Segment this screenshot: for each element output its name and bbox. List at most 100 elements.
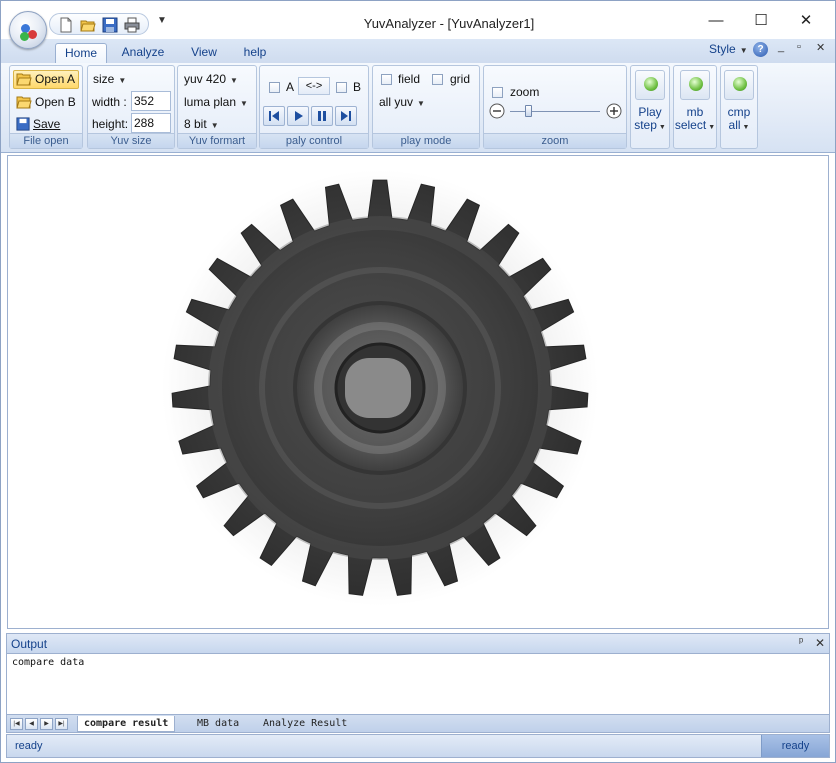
play-step-line2: step xyxy=(634,118,657,132)
skip-back-button[interactable] xyxy=(263,106,285,126)
zoom-in-icon[interactable] xyxy=(606,103,622,119)
open-a-button[interactable]: Open A xyxy=(13,70,79,89)
group-zoom: zoom zoom xyxy=(483,65,627,149)
maximize-button[interactable]: ☐ xyxy=(746,9,776,33)
next-tab-button[interactable]: ▶ xyxy=(40,718,53,730)
ribbon-panel: Open A Open B Save File open size ▼ width… xyxy=(1,63,835,153)
group-caption: play mode xyxy=(373,133,479,148)
chevron-down-icon: ▼ xyxy=(210,121,219,130)
last-tab-button[interactable]: ▶| xyxy=(55,718,68,730)
tab-help[interactable]: help xyxy=(235,43,275,63)
a-label: A xyxy=(286,80,295,94)
prev-tab-button[interactable]: ◀ xyxy=(25,718,38,730)
image-view[interactable] xyxy=(7,155,829,629)
grid-checkbox[interactable] xyxy=(432,74,443,85)
close-pane-icon[interactable]: ✕ xyxy=(815,636,825,650)
swap-button[interactable]: <-> xyxy=(298,77,330,95)
style-menu[interactable]: Style ▼ xyxy=(709,42,748,56)
pin-icon[interactable]: ᵖ xyxy=(799,636,803,648)
play-step-line1: Play xyxy=(638,105,662,119)
plane-value: luma plan xyxy=(184,95,237,109)
status-bar: ready ready xyxy=(6,734,830,758)
group-caption: Yuv formart xyxy=(178,133,256,148)
output-title: Output xyxy=(11,637,48,651)
open-folder-icon[interactable] xyxy=(80,17,96,33)
mode-dropdown[interactable]: all yuv ▼ xyxy=(379,95,425,109)
tab-analyze-result[interactable]: Analyze Result xyxy=(257,716,353,732)
mdi-close-button[interactable]: ✕ xyxy=(816,41,825,54)
skip-forward-button[interactable] xyxy=(335,106,357,126)
chevron-down-icon: ▼ xyxy=(739,46,748,55)
mb-select-group: mb select ▼ xyxy=(673,65,717,149)
play-step-button[interactable]: Play step ▼ xyxy=(631,68,669,134)
open-b-button[interactable]: Open B xyxy=(16,94,76,112)
tab-analyze[interactable]: Analyze xyxy=(115,43,171,63)
height-input[interactable] xyxy=(131,113,171,133)
width-label: width : xyxy=(92,95,127,109)
play-step-group: Play step ▼ xyxy=(630,65,670,149)
mdi-restore-button[interactable]: ▫ xyxy=(797,41,801,53)
grid-label: grid xyxy=(450,72,471,86)
zoom-checkbox[interactable] xyxy=(492,87,503,98)
help-icon[interactable]: ? xyxy=(753,42,768,57)
format-dropdown[interactable]: yuv 420 ▼ xyxy=(184,72,238,86)
group-play-control: A <-> B paly control xyxy=(259,65,369,149)
pause-icon xyxy=(318,111,326,121)
orb-dot-red xyxy=(28,30,37,39)
zoom-label: zoom xyxy=(510,85,540,99)
field-checkbox[interactable] xyxy=(381,74,392,85)
cmp-all-button[interactable]: cmp all ▼ xyxy=(721,68,757,134)
save-icon[interactable] xyxy=(102,17,118,33)
tab-view[interactable]: View xyxy=(183,43,225,63)
mdi-minimize-button[interactable]: _ xyxy=(778,41,784,53)
customize-quick-access-button[interactable]: ▼ xyxy=(157,15,167,26)
group-yuv-size: size▼ width : height: Yuv size xyxy=(87,65,175,149)
skip-back-icon xyxy=(269,111,279,121)
output-pane-header: Output ᵖ ✕ xyxy=(6,633,830,654)
output-text[interactable]: compare data xyxy=(6,654,830,714)
group-file-open: Open A Open B Save File open xyxy=(9,65,83,149)
first-tab-button[interactable]: |◀ xyxy=(10,718,23,730)
play-button[interactable] xyxy=(287,106,309,126)
status-indicator: ready xyxy=(761,735,829,757)
plane-dropdown[interactable]: luma plan ▼ xyxy=(184,95,248,109)
open-b-label: Open B xyxy=(35,95,76,109)
a-checkbox[interactable] xyxy=(269,82,280,93)
b-label: B xyxy=(353,80,362,94)
cmp-all-line1: cmp xyxy=(727,105,751,119)
group-play-mode: field grid all yuv ▼ play mode xyxy=(372,65,480,149)
chevron-down-icon: ▼ xyxy=(417,99,425,108)
field-label: field xyxy=(398,72,421,86)
new-file-icon[interactable] xyxy=(58,17,74,33)
zoom-out-icon[interactable] xyxy=(489,103,505,119)
tab-compare-result[interactable]: compare result xyxy=(77,716,176,732)
mb-select-button[interactable]: mb select ▼ xyxy=(674,68,716,134)
zoom-slider-track[interactable] xyxy=(510,111,600,112)
cmp-all-icon xyxy=(724,70,754,100)
quick-access-toolbar xyxy=(49,13,149,35)
height-label: height: xyxy=(92,117,129,131)
application-menu-button[interactable] xyxy=(9,11,47,49)
chevron-down-icon: ▼ xyxy=(708,124,716,131)
app-window: YuvAnalyzer - [YuvAnalyzer1] — ☐ ✕ ▼ Hom… xyxy=(0,0,836,763)
orb-dot-green xyxy=(20,32,29,41)
b-checkbox[interactable] xyxy=(336,82,347,93)
group-yuv-format: yuv 420 ▼ luma plan ▼ 8 bit ▼ Yuv formart xyxy=(177,65,257,149)
minimize-button[interactable]: — xyxy=(701,9,731,33)
tab-mb-data[interactable]: MB data xyxy=(191,716,245,732)
bits-dropdown[interactable]: 8 bit ▼ xyxy=(184,117,219,131)
width-input[interactable] xyxy=(131,91,171,111)
save-label: Save xyxy=(33,117,61,131)
open-folder-icon xyxy=(16,96,32,109)
save-button[interactable]: Save xyxy=(16,116,60,134)
size-dropdown[interactable]: size ▼ xyxy=(93,72,126,86)
close-button[interactable]: ✕ xyxy=(791,9,821,33)
print-icon[interactable] xyxy=(124,17,140,33)
output-tab-strip: |◀ ◀ ▶ ▶| compare result MB data Analyze… xyxy=(6,714,830,733)
zoom-slider-thumb[interactable] xyxy=(525,105,532,117)
pause-button[interactable] xyxy=(311,106,333,126)
tab-home[interactable]: Home xyxy=(55,43,107,63)
play-icon xyxy=(295,111,303,121)
chevron-down-icon: ▼ xyxy=(742,124,750,131)
group-caption: paly control xyxy=(260,133,368,148)
